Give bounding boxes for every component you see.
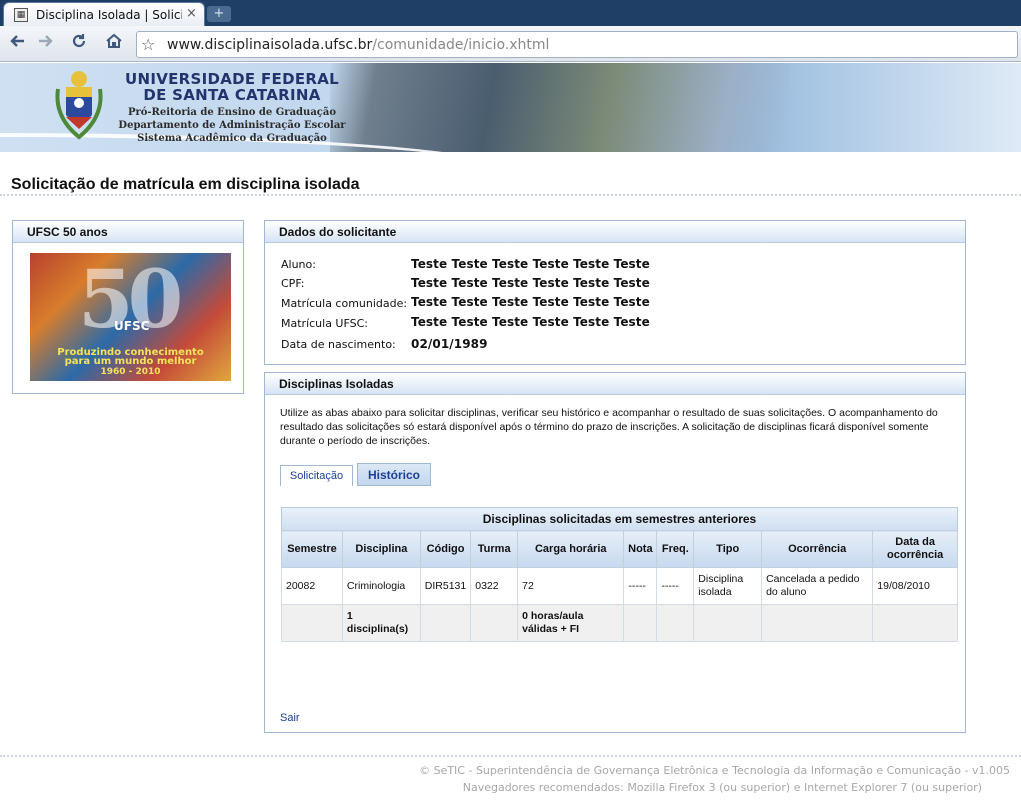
col-turma: Turma	[470, 530, 519, 568]
cell-semestre: 20082	[281, 567, 343, 605]
address-bar[interactable]: ☆ www.disciplinaisolada.ufsc.br/comunida…	[136, 31, 1018, 58]
cell-nota: -----	[623, 567, 658, 605]
cell-codigo: DIR5131	[419, 567, 472, 605]
courses-intro-text: Utilize as abas abaixo para solicitar di…	[280, 407, 938, 447]
logo-tagline2: para um mundo melhor	[64, 356, 197, 367]
col-freq: Freq.	[656, 530, 695, 568]
total-data-ocorrencia	[872, 604, 958, 642]
courses-header: Disciplinas Isoladas	[265, 373, 965, 395]
title-divider	[0, 194, 1021, 196]
col-tipo: Tipo	[693, 530, 763, 568]
total-codigo	[419, 604, 472, 642]
logo-years: 1960 - 2010	[100, 367, 161, 377]
url-text: www.disciplinaisolada.ufsc.br/comunidade…	[167, 37, 549, 53]
footer-browsers: Navegadores recomendados: Mozilla Firefo…	[462, 781, 982, 794]
campus-photo	[330, 63, 790, 152]
total-tipo	[693, 604, 763, 642]
col-data-ocorrencia: Data da ocorrência	[872, 530, 958, 568]
university-banner: UNIVERSIDADE FEDERAL DE SANTA CATARINA P…	[0, 63, 1021, 152]
total-turma	[470, 604, 519, 642]
total-disciplinas: 1 disciplina(s)	[341, 604, 421, 642]
cell-disciplina: Criminologia	[341, 567, 421, 605]
browser-titlebar: ▦ Disciplina Isolada | Solicit... × +	[0, 0, 1021, 26]
history-table-caption: Disciplinas solicitadas em semestres ant…	[281, 507, 958, 530]
aluno-label: Aluno:	[281, 258, 316, 271]
courses-panel: Disciplinas Isoladas Utilize as abas aba…	[264, 372, 966, 733]
requester-panel: Dados do solicitante Aluno: Teste Teste …	[264, 220, 966, 365]
university-crest-icon	[55, 71, 103, 140]
tab-historico[interactable]: Histórico	[357, 463, 431, 486]
data-nascimento-value: 02/01/1989	[411, 337, 488, 351]
table-row: 20082 Criminologia DIR5131 0322 72 -----…	[281, 567, 958, 605]
col-carga-horaria: Carga horária	[517, 530, 625, 568]
tab-title: Disciplina Isolada | Solicit...	[36, 8, 182, 22]
banner-line4: Departamento de Administração Escolar	[118, 120, 346, 131]
banner-line2: DE SANTA CATARINA	[143, 86, 321, 104]
banner-line3: Pró-Reitoria de Ensino de Graduação	[127, 107, 337, 118]
new-tab-button[interactable]: +	[207, 6, 231, 22]
banner-line5: Sistema Acadêmico da Graduação	[137, 133, 327, 144]
browser-tab[interactable]: ▦ Disciplina Isolada | Solicit... ×	[3, 2, 205, 26]
reload-icon[interactable]	[67, 32, 91, 56]
table-total-row: 1 disciplina(s) 0 horas/aula válidas + F…	[281, 604, 958, 642]
total-ocorrencia	[761, 604, 874, 642]
cell-carga-horaria: 72	[517, 567, 625, 605]
total-freq	[656, 604, 695, 642]
cell-ocorrencia: Cancelada a pedido do aluno	[761, 567, 874, 605]
home-icon[interactable]	[102, 32, 126, 56]
requester-header: Dados do solicitante	[265, 221, 965, 243]
page-title: Solicitação de matrícula em disciplina i…	[11, 176, 360, 193]
history-table: Disciplinas solicitadas em semestres ant…	[281, 507, 958, 642]
cell-data-ocorrencia: 19/08/2010	[872, 567, 958, 605]
ufsc-50-anos-logo[interactable]: 50 UFSC Produzindo conhecimento para um …	[30, 253, 231, 381]
table-header-row: Semestre Disciplina Código Turma Carga h…	[281, 530, 958, 568]
footer-copyright: © SeTIC - Superintendência de Governança…	[419, 764, 1010, 777]
col-ocorrencia: Ocorrência	[761, 530, 874, 568]
logo-brand: UFSC	[114, 319, 150, 333]
sidebar-header: UFSC 50 anos	[13, 221, 243, 243]
col-semestre: Semestre	[281, 530, 343, 568]
cpf-label: CPF:	[281, 277, 305, 290]
back-arrow-icon[interactable]	[6, 32, 30, 56]
sidebar-panel: UFSC 50 anos 50 UFSC Produzindo conhecim…	[12, 220, 244, 394]
cell-freq: -----	[656, 567, 695, 605]
total-carga-horaria: 0 horas/aula válidas + FI	[517, 604, 625, 642]
aluno-value: Teste Teste Teste Teste Teste Teste	[411, 257, 650, 271]
footer-divider	[0, 755, 1021, 757]
total-semestre	[281, 604, 343, 642]
matricula-ufsc-label: Matrícula UFSC:	[281, 317, 368, 330]
url-host: www.disciplinaisolada.ufsc.br	[167, 37, 373, 53]
col-nota: Nota	[623, 530, 658, 568]
cpf-value: Teste Teste Teste Teste Teste Teste	[411, 276, 650, 290]
cell-tipo: Disciplina isolada	[693, 567, 763, 605]
matricula-ufsc-value: Teste Teste Teste Teste Teste Teste	[411, 315, 650, 329]
matricula-comunidade-value: Teste Teste Teste Teste Teste Teste	[411, 295, 650, 309]
data-nascimento-label: Data de nascimento:	[281, 338, 396, 351]
browser-toolbar: ☆ www.disciplinaisolada.ufsc.br/comunida…	[0, 26, 1021, 62]
url-path: /comunidade/inicio.xhtml	[372, 37, 550, 53]
page-favicon-icon: ▦	[14, 8, 28, 22]
star-icon[interactable]: ☆	[141, 35, 155, 54]
banner-line1: UNIVERSIDADE FEDERAL	[125, 70, 339, 88]
banner-text: UNIVERSIDADE FEDERAL DE SANTA CATARINA P…	[112, 71, 352, 145]
sair-link[interactable]: Sair	[280, 712, 300, 724]
cell-turma: 0322	[470, 567, 519, 605]
matricula-comunidade-label: Matrícula comunidade:	[281, 297, 408, 310]
forward-arrow-icon[interactable]	[33, 32, 57, 56]
tab-close-icon[interactable]: ×	[186, 6, 197, 21]
total-nota	[623, 604, 658, 642]
col-disciplina: Disciplina	[341, 530, 421, 568]
col-codigo: Código	[419, 530, 472, 568]
tab-solicitacao[interactable]: Solicitação	[280, 465, 353, 486]
